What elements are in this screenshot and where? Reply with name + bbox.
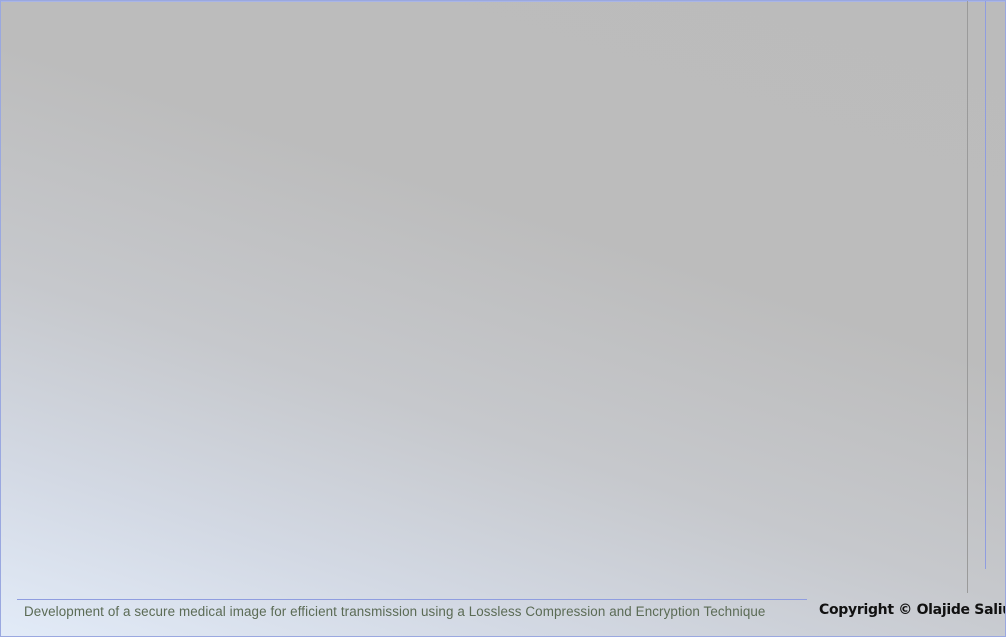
main-window: Development of a secure medical image fo… <box>0 0 1006 637</box>
right-vertical-accent-line <box>985 1 986 569</box>
right-vertical-divider <box>967 1 968 593</box>
project-title: Development of a secure medical image fo… <box>24 604 766 619</box>
copyright-notice: Copyright © Olajide Saliu <box>819 602 1006 618</box>
top-border <box>1 1 1005 2</box>
footer-divider <box>17 599 807 600</box>
